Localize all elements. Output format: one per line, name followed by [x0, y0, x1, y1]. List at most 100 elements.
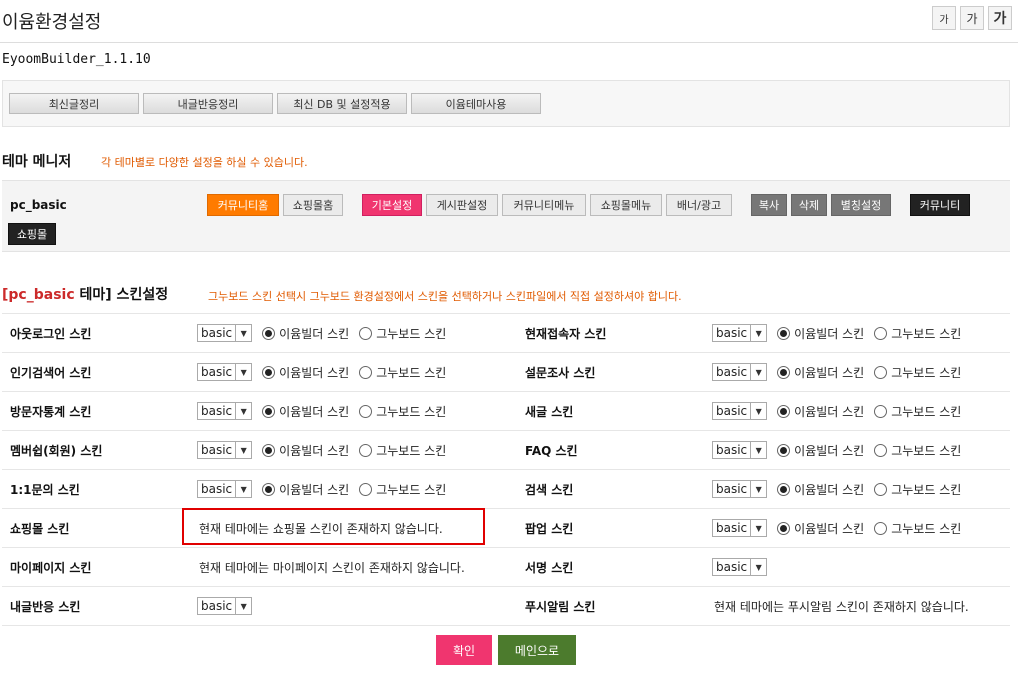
- font-small-button[interactable]: 가: [932, 6, 956, 30]
- radio-gnuboard-label: 그누보드 스킨: [891, 404, 962, 419]
- skin-control: basic ▼ 이윰빌더 스킨 그누보드 스킨: [197, 352, 517, 392]
- community-home-button[interactable]: 커뮤니티홈: [207, 194, 279, 216]
- radio-selected-icon: [262, 365, 276, 379]
- skin-select[interactable]: basic ▼: [197, 597, 253, 615]
- banner-ad-button[interactable]: 배너/광고: [666, 194, 732, 216]
- skin-select-value: basic: [201, 365, 233, 379]
- radio-gnuboard[interactable]: 그누보드 스킨: [874, 403, 961, 420]
- font-medium-button[interactable]: 가: [960, 6, 984, 30]
- skin-select-value: basic: [716, 404, 748, 418]
- radio-eyoom[interactable]: 이윰빌더 스킨: [777, 325, 864, 342]
- skin-select[interactable]: basic ▼: [197, 402, 253, 420]
- skin-select[interactable]: basic ▼: [197, 480, 253, 498]
- radio-gnuboard[interactable]: 그누보드 스킨: [359, 442, 446, 459]
- radio-eyoom[interactable]: 이윰빌더 스킨: [777, 364, 864, 381]
- radio-eyoom-label: 이윰빌더 스킨: [279, 404, 350, 419]
- skin-control: basic ▼: [712, 547, 1010, 587]
- skin-control: 현재 테마에는 마이페이지 스킨이 존재하지 않습니다.: [197, 547, 517, 587]
- radio-gnuboard[interactable]: 그누보드 스킨: [359, 481, 446, 498]
- skin-label: 서명 스킨: [517, 547, 712, 587]
- radio-gnuboard[interactable]: 그누보드 스킨: [359, 364, 446, 381]
- radio-gnuboard[interactable]: 그누보드 스킨: [874, 442, 961, 459]
- page-title: 이윰환경설정: [2, 12, 102, 33]
- delete-button[interactable]: 삭제: [791, 194, 827, 216]
- radio-empty-icon: [874, 482, 888, 496]
- skin-select[interactable]: basic ▼: [197, 363, 253, 381]
- community-menu-button[interactable]: 커뮤니티메뉴: [502, 194, 586, 216]
- skin-select[interactable]: basic ▼: [197, 441, 253, 459]
- radio-gnuboard[interactable]: 그누보드 스킨: [359, 325, 446, 342]
- radio-gnuboard[interactable]: 그누보드 스킨: [359, 403, 446, 420]
- radio-gnuboard[interactable]: 그누보드 스킨: [874, 364, 961, 381]
- chevron-down-icon: ▼: [235, 598, 251, 614]
- copy-button[interactable]: 복사: [751, 194, 787, 216]
- skin-select[interactable]: basic ▼: [712, 402, 768, 420]
- font-large-button[interactable]: 가: [988, 6, 1012, 30]
- footer-actions: 확인 메인으로: [436, 635, 576, 665]
- title-rest: 스킨설정: [111, 287, 169, 303]
- shop-home-button[interactable]: 쇼핑몰홈: [283, 194, 343, 216]
- skin-select[interactable]: basic ▼: [197, 324, 253, 342]
- radio-selected-icon: [777, 443, 791, 457]
- theme-manager-title: 테마 메니저: [2, 154, 72, 170]
- confirm-button[interactable]: 확인: [436, 635, 492, 665]
- skin-label: 새글 스킨: [517, 391, 712, 431]
- radio-eyoom[interactable]: 이윰빌더 스킨: [262, 481, 349, 498]
- radio-eyoom[interactable]: 이윰빌더 스킨: [262, 364, 349, 381]
- radio-gnuboard-label: 그누보드 스킨: [376, 482, 447, 497]
- main-button[interactable]: 메인으로: [498, 635, 576, 665]
- clean-latest-button[interactable]: 최신글정리: [9, 93, 139, 114]
- skin-select-value: basic: [201, 326, 233, 340]
- radio-eyoom[interactable]: 이윰빌더 스킨: [777, 442, 864, 459]
- radio-gnuboard[interactable]: 그누보드 스킨: [874, 481, 961, 498]
- skin-row: 인기검색어 스킨 basic ▼ 이윰빌더 스킨 그누보드 스킨 설문조사 스킨 basic…: [2, 352, 1010, 392]
- use-eyoom-theme-button[interactable]: 이윰테마사용: [411, 93, 541, 114]
- radio-eyoom[interactable]: 이윰빌더 스킨: [262, 325, 349, 342]
- radio-gnuboard[interactable]: 그누보드 스킨: [874, 325, 961, 342]
- radio-empty-icon: [874, 521, 888, 535]
- radio-eyoom[interactable]: 이윰빌더 스킨: [262, 403, 349, 420]
- radio-eyoom-label: 이윰빌더 스킨: [279, 482, 350, 497]
- skin-select[interactable]: basic ▼: [712, 441, 768, 459]
- radio-gnuboard[interactable]: 그누보드 스킨: [874, 520, 961, 537]
- skin-select[interactable]: basic ▼: [712, 558, 768, 576]
- radio-selected-icon: [262, 443, 276, 457]
- alias-settings-button[interactable]: 별칭설정: [831, 194, 891, 216]
- shop-menu-button[interactable]: 쇼핑몰메뉴: [590, 194, 662, 216]
- skin-select[interactable]: basic ▼: [712, 363, 768, 381]
- radio-gnuboard-label: 그누보드 스킨: [891, 365, 962, 380]
- community-button[interactable]: 커뮤니티: [910, 194, 970, 216]
- radio-eyoom-label: 이윰빌더 스킨: [279, 365, 350, 380]
- tool-panel: 최신글정리 내글반응정리 최신 DB 및 설정적용 이윰테마사용: [2, 80, 1010, 127]
- radio-eyoom[interactable]: 이윰빌더 스킨: [777, 481, 864, 498]
- skin-select[interactable]: basic ▼: [712, 519, 768, 537]
- skin-select[interactable]: basic ▼: [712, 480, 768, 498]
- radio-empty-icon: [359, 482, 373, 496]
- chevron-down-icon: ▼: [750, 481, 766, 497]
- skin-settings-table: 아웃로그인 스킨 basic ▼ 이윰빌더 스킨 그누보드 스킨 현재접속자 스킨 basi…: [2, 313, 1010, 626]
- radio-gnuboard-label: 그누보드 스킨: [891, 521, 962, 536]
- font-size-controls: 가 가 가: [932, 6, 1012, 30]
- radio-eyoom-label: 이윰빌더 스킨: [794, 482, 865, 497]
- basic-settings-button[interactable]: 기본설정: [362, 194, 422, 216]
- skin-select[interactable]: basic ▼: [712, 324, 768, 342]
- radio-eyoom[interactable]: 이윰빌더 스킨: [777, 520, 864, 537]
- skin-control: basic ▼ 이윰빌더 스킨 그누보드 스킨: [197, 313, 517, 353]
- radio-eyoom[interactable]: 이윰빌더 스킨: [262, 442, 349, 459]
- radio-eyoom[interactable]: 이윰빌더 스킨: [777, 403, 864, 420]
- radio-selected-icon: [777, 404, 791, 418]
- skin-row: 방문자통계 스킨 basic ▼ 이윰빌더 스킨 그누보드 스킨 새글 스킨 basic ▼ 이…: [2, 391, 1010, 431]
- skin-label: 1:1문의 스킨: [2, 469, 197, 509]
- title-theme-name: pc_basic: [8, 287, 75, 303]
- radio-empty-icon: [874, 404, 888, 418]
- apply-db-settings-button[interactable]: 최신 DB 및 설정적용: [277, 93, 407, 114]
- radio-empty-icon: [359, 365, 373, 379]
- skin-row: 멤버쉽(회원) 스킨 basic ▼ 이윰빌더 스킨 그누보드 스킨 FAQ 스킨 basi…: [2, 430, 1010, 470]
- board-settings-button[interactable]: 게시판설정: [426, 194, 498, 216]
- clean-reactions-button[interactable]: 내글반응정리: [143, 93, 273, 114]
- shop-button[interactable]: 쇼핑몰: [8, 223, 56, 245]
- radio-gnuboard-label: 그누보드 스킨: [376, 404, 447, 419]
- skin-row: 쇼핑몰 스킨 현재 테마에는 쇼핑몰 스킨이 존재하지 않습니다. 팝업 스킨 bas…: [2, 508, 1010, 548]
- skin-label: 쇼핑몰 스킨: [2, 508, 197, 548]
- skin-settings-title: [pc_basic 테마] 스킨설정: [2, 284, 168, 304]
